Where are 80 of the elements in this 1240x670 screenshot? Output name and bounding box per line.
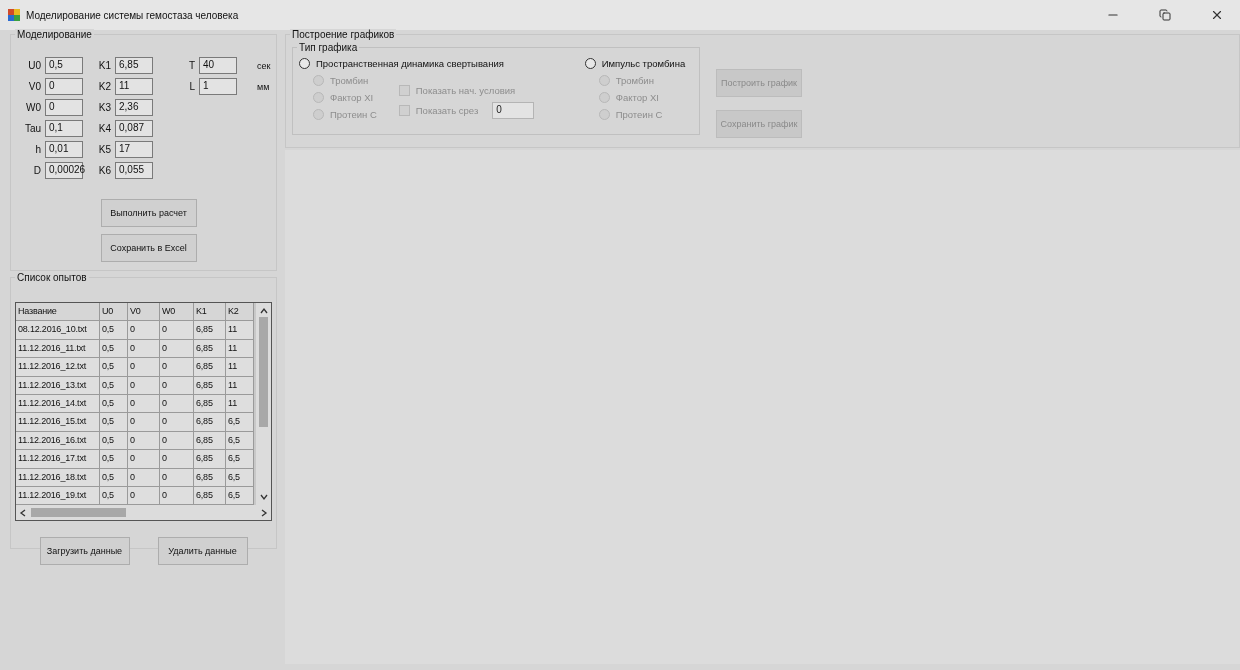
table-cell: 0,5	[100, 413, 128, 432]
scroll-left-icon[interactable]	[19, 508, 27, 517]
table-cell: 0	[160, 321, 194, 340]
column-header[interactable]: K1	[194, 303, 226, 322]
table-cell: 0	[160, 358, 194, 377]
param-field[interactable]: 11	[115, 78, 153, 95]
param-field[interactable]: 40	[199, 57, 237, 74]
param-field[interactable]: 0,055	[115, 162, 153, 179]
param-label: K1	[97, 60, 111, 71]
param-label: h	[34, 144, 41, 155]
radio-option[interactable]: Пространственная динамика свертывания	[299, 56, 585, 71]
table-cell: 11.12.2016_12.txt	[16, 358, 100, 377]
window-title: Моделирование системы гемостаза человека	[26, 9, 240, 21]
table-cell: 6,85	[194, 321, 226, 340]
table-cell: 0	[160, 450, 194, 469]
group-title: Построение графиков	[290, 29, 397, 40]
unit-label: сек	[257, 60, 271, 71]
scroll-right-icon[interactable]	[260, 508, 268, 517]
table-cell: 0	[128, 321, 160, 340]
param-field[interactable]: 6,85	[115, 57, 153, 74]
param-field[interactable]: 0	[45, 99, 83, 116]
table-cell: 0,5	[100, 450, 128, 469]
table-cell: 6,5	[226, 450, 254, 469]
table-cell: 0,5	[100, 321, 128, 340]
param-field[interactable]: 0,00026	[45, 162, 83, 179]
column-header[interactable]: W0	[160, 303, 194, 322]
param-label: D	[32, 165, 41, 176]
param-label: L	[188, 81, 195, 92]
param-field[interactable]: 2,36	[115, 99, 153, 116]
table-cell: 6,5	[226, 413, 254, 432]
table-cell: 0	[128, 358, 160, 377]
column-header[interactable]: V0	[128, 303, 160, 322]
table-cell: 0	[160, 413, 194, 432]
table-cell: 0	[128, 413, 160, 432]
param-field[interactable]: 1	[199, 78, 237, 95]
table-cell: 0	[128, 450, 160, 469]
table-cell: 11	[226, 321, 254, 340]
action-button[interactable]: Выполнить расчет	[100, 199, 197, 227]
radio-option[interactable]: Импульс тромбина	[584, 56, 693, 71]
table-cell: 11.12.2016_17.txt	[16, 450, 100, 469]
param-label: U0	[27, 60, 41, 71]
group-title: Моделирование	[15, 29, 94, 40]
param-field[interactable]: 0	[45, 78, 83, 95]
column-header[interactable]: Название	[16, 303, 100, 322]
column-header[interactable]: U0	[100, 303, 128, 322]
vertical-scrollbar[interactable]	[256, 303, 271, 506]
param-label: K2	[97, 81, 111, 92]
param-label: W0	[25, 102, 41, 113]
param-field[interactable]: 0,5	[45, 57, 83, 74]
column-header[interactable]: K2	[226, 303, 254, 322]
param-field[interactable]: 0,01	[45, 141, 83, 158]
group-title: Тип графика	[297, 42, 360, 53]
unit-label: мм	[257, 81, 270, 92]
action-button[interactable]: Удалить данные	[157, 537, 248, 566]
table-cell: 11.12.2016_15.txt	[16, 413, 100, 432]
param-label: V0	[27, 81, 41, 92]
param-field[interactable]: 17	[115, 141, 153, 158]
action-button[interactable]: Загрузить данные	[39, 537, 130, 566]
param-label: K5	[97, 144, 111, 155]
table-cell: 0,5	[100, 358, 128, 377]
scroll-up-icon[interactable]	[259, 307, 268, 315]
param-label: K3	[97, 102, 111, 113]
table-cell: 08.12.2016_10.txt	[16, 321, 100, 340]
horizontal-scrollbar[interactable]	[16, 505, 271, 521]
scroll-down-icon[interactable]	[259, 493, 268, 502]
close-icon[interactable]	[1210, 8, 1224, 22]
group-title: Список опытов	[15, 272, 89, 283]
param-label: T	[187, 60, 195, 71]
param-label: Tau	[23, 123, 41, 134]
action-button[interactable]: Сохранить в Excel	[100, 234, 197, 262]
app-icon	[8, 9, 20, 21]
table-cell: 6,85	[194, 413, 226, 432]
param-label: K4	[97, 123, 111, 134]
param-field[interactable]: 0,1	[45, 120, 83, 137]
table-cell: 11	[226, 358, 254, 377]
table-cell: 6,85	[194, 450, 226, 469]
restore-icon[interactable]	[1159, 9, 1171, 21]
param-label: K6	[97, 165, 111, 176]
table-cell: 6,85	[194, 358, 226, 377]
param-field[interactable]: 0,087	[115, 120, 153, 137]
